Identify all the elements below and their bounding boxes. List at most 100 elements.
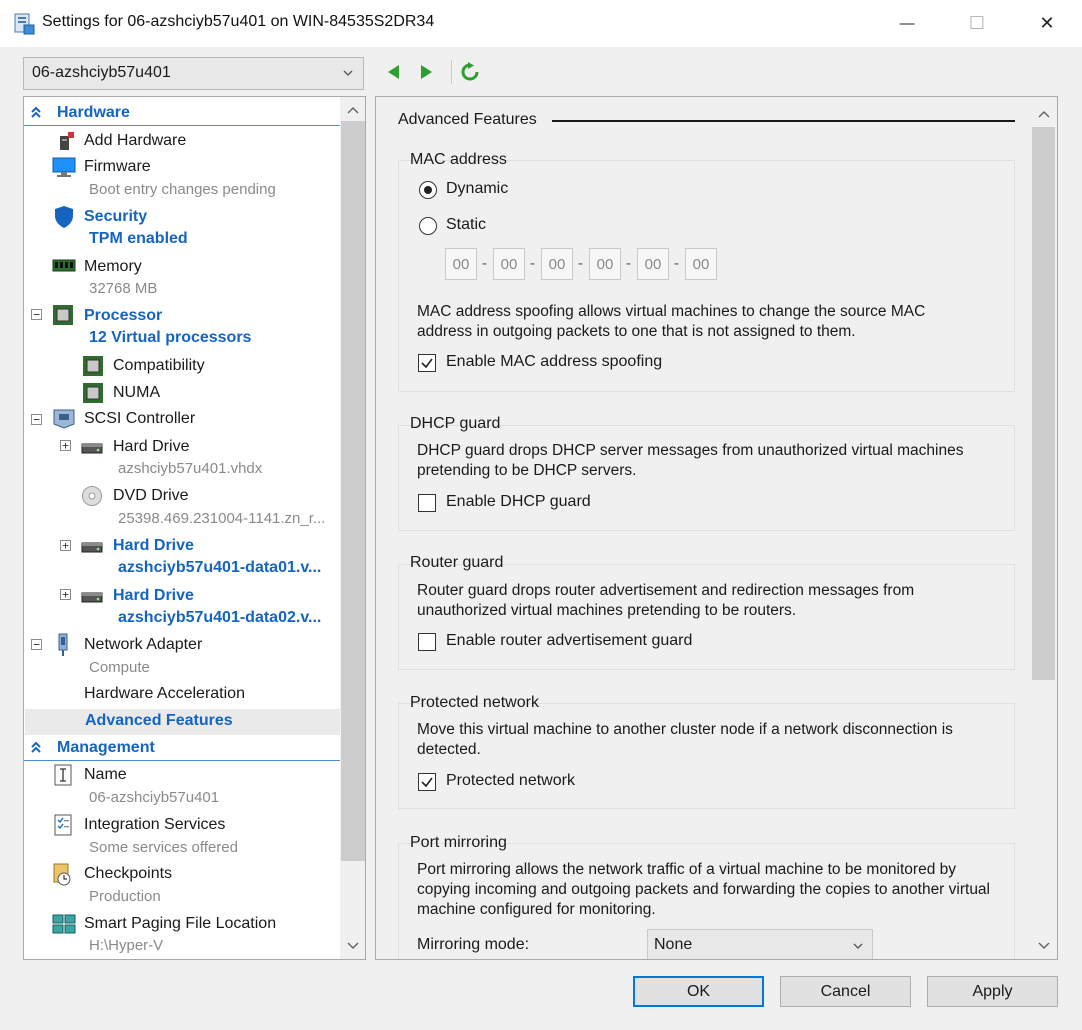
protected-network-title: Protected network [410,694,539,711]
name-icon [52,764,74,786]
dynamic-radio-label: Dynamic [446,180,509,197]
minimize-icon: — [899,15,915,32]
memory-icon [52,257,76,279]
close-icon: ✕ [1039,13,1055,33]
chevron-down-icon [342,66,354,84]
hardware-category-header[interactable]: Hardware [24,100,340,126]
mac-spoofing-description: MAC address spoofing allows virtual mach… [417,303,926,340]
mac-address-title: MAC address [410,151,507,168]
tree-item-sub: Compute [89,659,150,676]
management-category-header[interactable]: Management [24,735,340,761]
protected-network-checkbox[interactable] [418,773,436,791]
hard-drive-1-expand-toggle[interactable]: + [60,440,71,451]
apply-button[interactable]: Apply [927,976,1058,1007]
tree-item-sub: Some services offered [89,839,238,856]
scsi-collapse-toggle[interactable]: − [31,414,42,425]
protected-network-description: Move this virtual machine to another clu… [417,721,953,758]
scroll-down-icon[interactable] [340,935,365,957]
section-title: Advanced Features [398,111,537,128]
vm-selector-dropdown[interactable]: 06-azshciyb57u401 [23,57,364,90]
refresh-icon [461,62,479,81]
mac-spoofing-checkbox[interactable] [418,354,436,372]
checkmark-icon [421,777,433,788]
section-title-rule [552,120,1015,122]
mac-separator: - [626,255,631,272]
router-guard-title: Router guard [410,554,504,571]
router-guard-checkbox[interactable] [418,633,436,651]
hyper-v-settings-icon [12,12,36,36]
minimize-button[interactable]: — [872,0,942,47]
collapse-chevron-icon [29,105,43,123]
dhcp-guard-checkbox[interactable] [418,494,436,512]
tree-item-label: NUMA [113,384,161,401]
mirroring-mode-dropdown[interactable]: None [647,929,873,959]
chevron-down-icon [852,939,864,957]
processor-icon [82,382,104,404]
refresh-button[interactable] [457,60,483,84]
maximize-button[interactable]: ☐ [942,0,1012,47]
firmware-icon [52,156,76,178]
network-adapter-collapse-toggle[interactable]: − [31,639,42,650]
dynamic-radio[interactable] [419,181,437,199]
close-button[interactable]: ✕ [1012,0,1082,47]
tree-item-label: Hard Drive [113,537,194,554]
hard-drive-3-expand-toggle[interactable]: + [60,589,71,600]
mac-octet-2: 00 [493,248,525,280]
tree-item-label: Hard Drive [113,587,194,604]
arrow-right-icon [421,65,432,79]
processor-icon [52,304,74,326]
ok-button[interactable]: OK [633,976,764,1007]
dhcp-guard-description: DHCP guard drops DHCP server messages fr… [417,442,964,479]
mac-octet-5: 00 [637,248,669,280]
settings-scrollbar[interactable] [1030,97,1057,959]
tree-item-label: Hard Drive [113,438,190,455]
tree-item-label: Hardware Acceleration [84,685,245,702]
toolbar-separator [451,60,452,84]
mac-octet-4: 00 [589,248,621,280]
tree-item-label: Network Adapter [84,636,203,653]
scsi-icon [52,408,75,430]
add-hardware-icon [54,130,76,152]
processor-collapse-toggle[interactable]: − [31,309,42,320]
scroll-up-icon[interactable] [1030,103,1057,125]
tree-item-sub: azshciyb57u401-data02.v... [118,609,322,626]
vm-selector-value: 06-azshciyb57u401 [32,64,171,81]
hard-drive-icon [81,436,103,458]
tree-item-label: Processor [84,307,163,324]
mirroring-mode-value: None [654,936,693,953]
next-button[interactable] [414,60,440,84]
tree-item-label: Smart Paging File Location [84,915,277,932]
tree-item-label: Add Hardware [84,132,187,149]
dhcp-guard-title: DHCP guard [410,415,501,432]
mac-separator: - [530,255,535,272]
shield-icon [53,205,75,228]
static-radio[interactable] [419,217,437,235]
port-mirroring-title: Port mirroring [410,834,507,851]
hardware-header-label: Hardware [57,104,130,121]
router-guard-label: Enable router advertisement guard [446,632,693,649]
static-radio-label: Static [446,216,487,233]
tree-item-sub: azshciyb57u401-data01.v... [118,559,322,576]
previous-button[interactable] [380,60,406,84]
tree-item-sub: 25398.469.231004-1141.zn_r... [118,510,326,527]
tree-item-label: Advanced Features [85,712,233,729]
cancel-button[interactable]: Cancel [780,976,911,1007]
smart-paging-icon [52,913,76,935]
settings-tree: Hardware Add Hardware Firmware Boot entr… [23,96,366,960]
hard-drive-2-expand-toggle[interactable]: + [60,540,71,551]
scroll-up-icon[interactable] [340,99,365,121]
tree-item-sub: 06-azshciyb57u401 [89,789,220,806]
scroll-down-icon[interactable] [1030,935,1057,957]
scrollbar-thumb[interactable] [1032,127,1055,680]
port-mirroring-description: Port mirroring allows the network traffi… [417,861,991,918]
mac-octet-1: 00 [445,248,477,280]
checkpoints-icon [52,863,74,886]
mac-octet-6: 00 [685,248,717,280]
arrow-left-icon [388,65,399,79]
scrollbar-thumb[interactable] [341,121,365,861]
mac-spoofing-label: Enable MAC address spoofing [446,353,663,370]
integration-icon [52,814,74,836]
tree-scrollbar[interactable] [340,97,365,959]
tree-item-label: Integration Services [84,816,226,833]
tree-item-sub: Production [89,888,161,905]
